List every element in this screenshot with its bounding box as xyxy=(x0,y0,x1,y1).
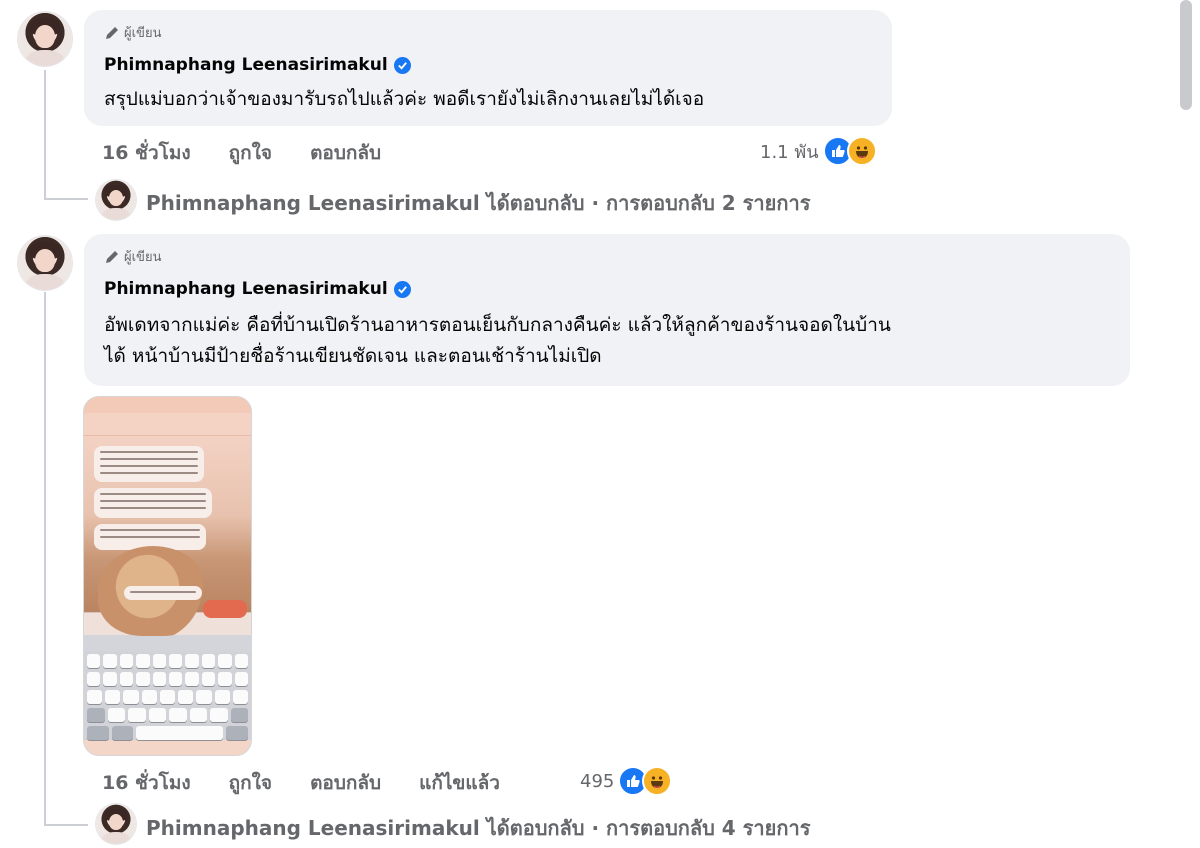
reaction-count: 495 xyxy=(580,770,615,792)
reply-button[interactable]: ตอบกลับ xyxy=(310,768,381,798)
edited-label[interactable]: แก้ไขแล้ว xyxy=(419,768,500,798)
author-avatar[interactable] xyxy=(18,12,72,66)
verified-check-icon xyxy=(393,56,411,74)
haha-icon xyxy=(642,766,673,796)
scrollbar[interactable] xyxy=(1180,0,1192,110)
comment-author-name[interactable]: Phimnaphang Leenasirimakul xyxy=(104,55,411,75)
reply-avatar[interactable] xyxy=(96,180,136,220)
thread-line-1 xyxy=(44,70,46,198)
pencil-icon xyxy=(106,250,118,263)
comment-time[interactable]: 16 ชั่วโมง xyxy=(102,138,191,168)
haha-icon xyxy=(846,136,877,166)
reaction-count: 1.1 พัน xyxy=(760,141,819,163)
comment-actions: 16 ชั่วโมง ถูกใจ ตอบกลับ แก้ไขแล้ว xyxy=(102,768,538,798)
verified-check-icon xyxy=(393,280,411,298)
attached-chat-screenshot[interactable] xyxy=(83,396,252,756)
author-badge: ผู้เขียน xyxy=(104,246,161,267)
like-button[interactable]: ถูกใจ xyxy=(229,138,272,168)
comment-author-name[interactable]: Phimnaphang Leenasirimakul xyxy=(104,279,411,299)
author-badge: ผู้เขียน xyxy=(104,22,161,43)
thread-line-2 xyxy=(44,292,46,824)
author-avatar[interactable] xyxy=(18,236,72,290)
comment-actions: 16 ชั่วโมง ถูกใจ ตอบกลับ xyxy=(102,138,419,168)
comment-text: อัพเดทจากแม่ค่ะ คือที่บ้านเปิดร้านอาหารต… xyxy=(104,314,891,367)
comment-time[interactable]: 16 ชั่วโมง xyxy=(102,768,191,798)
reply-button[interactable]: ตอบกลับ xyxy=(310,138,381,168)
reaction-summary[interactable]: 495 xyxy=(580,766,673,796)
pencil-icon xyxy=(106,26,118,39)
view-replies-link[interactable]: Phimnaphang Leenasirimakul ได้ตอบกลับ · … xyxy=(146,812,810,844)
reply-avatar[interactable] xyxy=(96,804,136,844)
thread-line-2-corner xyxy=(44,824,88,826)
comment-text: สรุปแม่บอกว่าเจ้าของมารับรถไปแล้วค่ะ พอด… xyxy=(104,88,705,110)
thread-line-1-corner xyxy=(44,198,88,200)
view-replies-link[interactable]: Phimnaphang Leenasirimakul ได้ตอบกลับ · … xyxy=(146,187,810,219)
like-button[interactable]: ถูกใจ xyxy=(229,768,272,798)
reaction-summary[interactable]: 1.1 พัน xyxy=(760,136,877,166)
